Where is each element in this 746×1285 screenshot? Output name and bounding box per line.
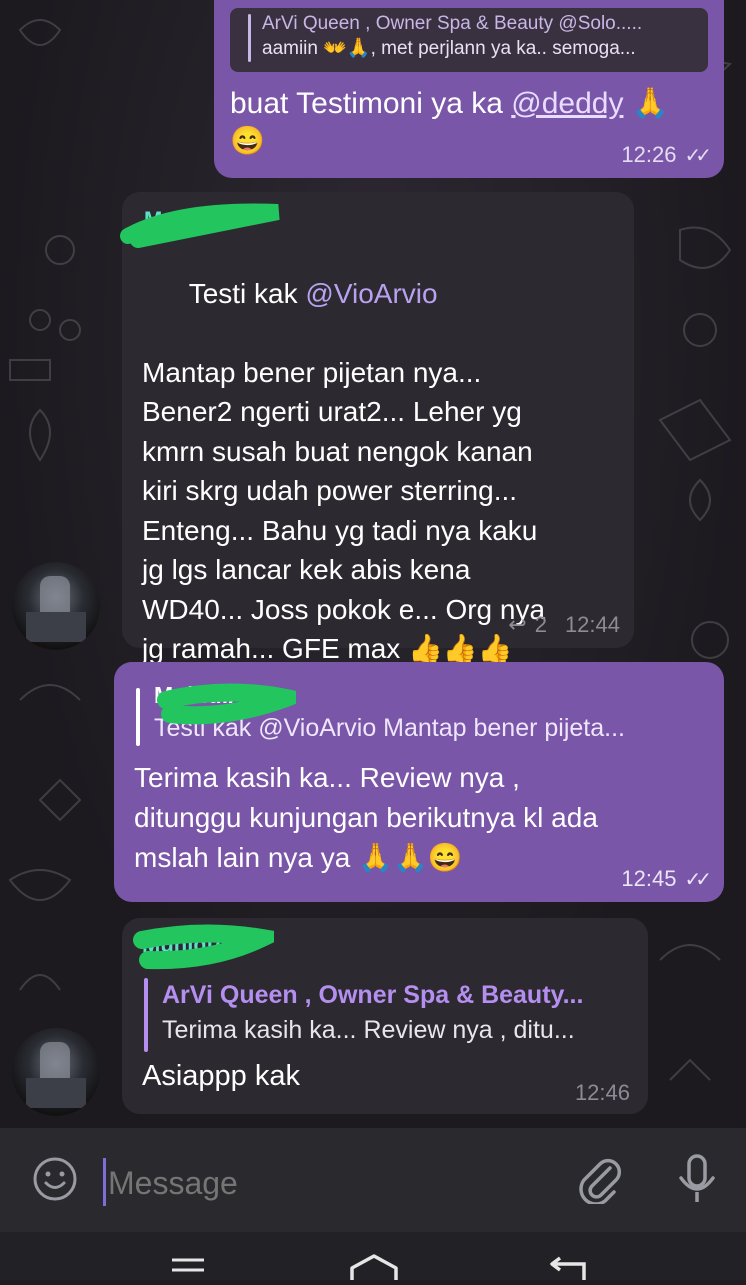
system-navigation-bar [0,1232,746,1280]
redaction-scribble [157,683,296,725]
emoji-icon[interactable] [32,1156,78,1202]
reply-author: ArVi Queen , Owner Spa & Beauty... [162,981,584,1009]
message-text: Testi kak [188,277,306,309]
reply-icon[interactable]: ↩ [508,612,526,638]
mention-link[interactable]: @deddy [511,87,623,120]
paperclip-icon[interactable] [574,1154,622,1206]
message-bubble-outgoing[interactable]: ArVi Queen , Owner Spa & Beauty @Solo...… [214,0,724,178]
message-bubble-incoming[interactable]: MuhidiAP Testi kak @VioArvio Mantap bene… [122,192,634,664]
reply-preview[interactable]: ArVi Queen , Owner Spa & Beauty @Solo...… [230,8,708,72]
double-check-icon: ✓✓ [684,868,711,891]
home-icon[interactable] [348,1252,400,1280]
message-emoji: 🙏 [623,87,670,120]
redaction-scribble [120,203,280,248]
message-text: buat Testimoni ya ka [230,87,512,120]
reply-text: aamiin 👐🙏, met perjlann ya ka.. semoga..… [262,38,636,59]
reply-preview[interactable]: ArVi Queen , Owner Spa & Beauty... Terim… [142,978,628,1054]
message-composer [0,1128,746,1232]
message-input[interactable] [106,1158,550,1208]
message-time: 12:46 [574,1080,630,1105]
message-body: Terima kasih ka... Review nya , ditunggu… [134,762,598,873]
message-meta: 12:46 [575,1080,630,1106]
message-time: 12:44 [564,612,620,637]
reply-author: ArVi Queen , Owner Spa & Beauty @Solo...… [262,13,643,34]
avatar[interactable] [12,562,100,650]
message-time: 12:45 [621,866,677,891]
message-body: Asiappp kak [142,1060,300,1092]
microphone-icon[interactable] [676,1152,718,1208]
chat-background: ArVi Queen , Owner Spa & Beauty @Solo...… [0,0,746,1128]
message-meta: 12:26 ✓✓ [621,142,711,168]
message-meta: ↩ 2 12:44 [508,612,620,638]
reply-text: Terima kasih ka... Review nya , ditu... [162,1016,575,1044]
message-time: 12:26 [621,142,677,167]
avatar[interactable] [12,1028,100,1116]
mention-link[interactable]: @VioArvio [305,278,437,309]
reply-count: 2 [534,612,547,637]
menu-icon[interactable] [170,1256,206,1280]
back-icon[interactable] [548,1254,588,1280]
message-meta: 12:45 ✓✓ [621,866,711,892]
double-check-icon: ✓✓ [684,144,711,167]
redaction-scribble [133,924,274,970]
